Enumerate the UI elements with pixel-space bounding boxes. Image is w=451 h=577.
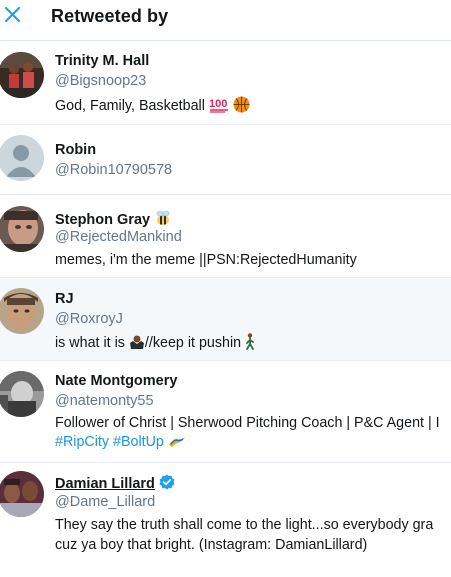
user-bio: is what it is //keep it pushin — [55, 333, 255, 351]
bee-icon — [156, 210, 170, 225]
user-bio-line2: cuz ya boy that bright. (Instagram: Dami… — [55, 537, 368, 553]
bio-text: God, Family, Basketball — [55, 98, 205, 114]
person-shrugging-icon — [129, 335, 144, 349]
user-row[interactable]: Trinity M. Hall @Bigsnoop23 God, Family,… — [0, 42, 451, 125]
user-bio: God, Family, Basketball 100 — [55, 96, 250, 114]
basketball-icon — [233, 96, 250, 113]
user-bio: They say the truth shall come to the lig… — [55, 517, 434, 533]
avatar[interactable] — [0, 371, 44, 417]
user-row[interactable]: Robin @Robin10790578 — [0, 125, 451, 195]
close-icon[interactable] — [2, 4, 24, 26]
user-name[interactable]: RJ — [55, 291, 74, 307]
user-bio-tags: #RipCity #BoltUp — [55, 434, 186, 450]
user-handle[interactable]: @RejectedMankind — [55, 229, 182, 245]
user-name-text: Damian Lillard — [55, 476, 155, 492]
user-row[interactable]: Nate Montgomery @natemonty55 Follower of… — [0, 361, 451, 463]
page-title: Retweeted by — [51, 6, 169, 26]
user-name[interactable]: Nate Montgomery — [55, 373, 177, 389]
user-handle[interactable]: @Bigsnoop23 — [55, 73, 146, 89]
user-name[interactable]: Trinity M. Hall — [55, 53, 149, 69]
user-name-text: Stephon Gray — [55, 212, 151, 228]
avatar[interactable] — [0, 471, 44, 517]
user-handle[interactable]: @Robin10790578 — [55, 162, 172, 178]
verified-badge-icon — [159, 474, 175, 490]
user-bio: memes, i'm the meme ||PSN:RejectedHumani… — [55, 252, 357, 268]
hashtag-link[interactable]: #RipCity — [55, 434, 109, 450]
hashtag-link[interactable]: #BoltUp — [113, 434, 164, 450]
retweeters-list: Trinity M. Hall @Bigsnoop23 God, Family,… — [0, 42, 451, 563]
user-name[interactable]: Damian Lillard — [55, 474, 175, 492]
user-name[interactable]: Robin — [55, 142, 96, 158]
user-handle[interactable]: @natemonty55 — [55, 393, 154, 409]
hundred-points-icon: 100 — [209, 98, 228, 113]
svg-text:100: 100 — [209, 98, 227, 110]
person-walking-icon — [246, 333, 254, 350]
user-handle[interactable]: @Dame_Lillard — [55, 494, 155, 510]
user-row[interactable]: Damian Lillard @Dame_Lillard They say th… — [0, 463, 451, 563]
user-bio: Follower of Christ | Sherwood Pitching C… — [55, 415, 440, 431]
user-name[interactable]: Stephon Gray — [55, 209, 172, 228]
avatar[interactable] — [0, 206, 44, 252]
bio-text-part2: //keep it pushin — [144, 335, 242, 351]
user-row[interactable]: RJ @RoxroyJ is what it is //keep it push… — [0, 278, 451, 361]
bio-text-part1: is what it is — [55, 335, 125, 351]
avatar[interactable] — [0, 135, 44, 181]
user-handle[interactable]: @RoxroyJ — [55, 311, 123, 327]
bolt-icon — [168, 437, 185, 447]
avatar[interactable] — [0, 52, 44, 98]
user-row[interactable]: Stephon Gray @RejectedMankind memes, i'm… — [0, 195, 451, 278]
modal-header: Retweeted by — [0, 0, 451, 41]
avatar[interactable] — [0, 288, 44, 334]
